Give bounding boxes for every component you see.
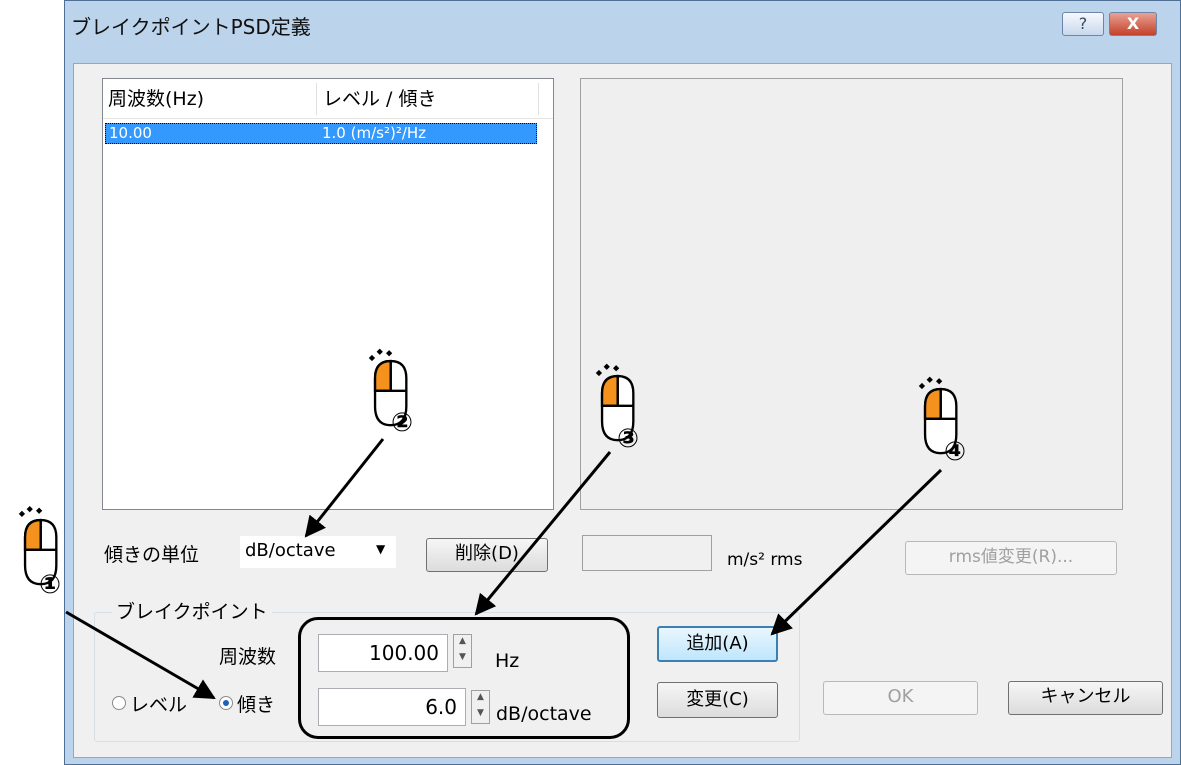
arrow-2 <box>304 438 385 538</box>
annotation-number: ② <box>390 408 413 438</box>
annotation-number: ① <box>38 570 61 600</box>
annotation-number: ③ <box>616 424 639 454</box>
arrow-4 <box>770 468 943 636</box>
arrow-1 <box>65 610 216 700</box>
arrow-3 <box>474 451 612 616</box>
annotation-number: ④ <box>943 437 966 467</box>
